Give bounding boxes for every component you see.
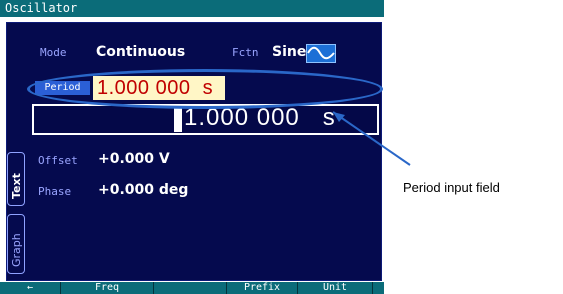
callout-label: Period input field	[403, 180, 500, 195]
callout-arrow	[332, 111, 411, 166]
